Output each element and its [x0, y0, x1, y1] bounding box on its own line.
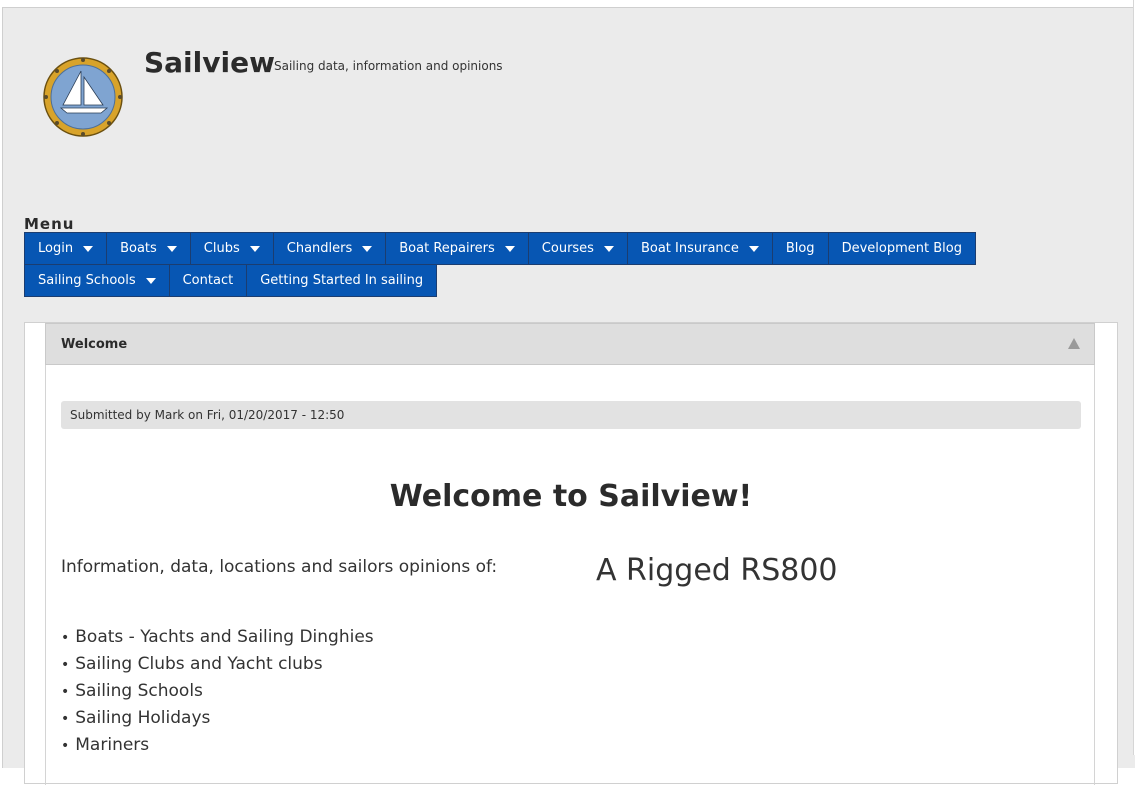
list-item: Sailing Holidays — [61, 705, 374, 732]
menu-item-login[interactable]: Login — [24, 232, 108, 265]
list-item: Sailing Schools — [61, 678, 374, 705]
list-item: Sailing Clubs and Yacht clubs — [61, 651, 374, 678]
menu-item-courses[interactable]: Courses — [527, 232, 628, 265]
menu-item-label: Boat Repairers — [399, 241, 495, 256]
menu-item-clubs[interactable]: Clubs — [189, 232, 274, 265]
menu-item-chandlers[interactable]: Chandlers — [272, 232, 387, 265]
menu-title: Menu — [24, 215, 75, 233]
menu-item-label: Clubs — [203, 241, 240, 256]
site-logo[interactable] — [41, 55, 125, 139]
menu-item-boat-insurance[interactable]: Boat Insurance — [626, 232, 773, 265]
submitted-info: Submitted by Mark on Fri, 01/20/2017 - 1… — [61, 401, 1081, 429]
caret-down-icon — [748, 245, 759, 252]
caret-down-icon — [362, 245, 373, 252]
menu-item-label: Blog — [785, 241, 815, 256]
menu-item-boat-repairers[interactable]: Boat Repairers — [385, 232, 529, 265]
main-menu: Login Boats Clubs Chandlers Boat Repaire… — [24, 232, 1106, 297]
block-title: Welcome — [61, 336, 128, 352]
welcome-heading: Welcome to Sailview! — [389, 479, 753, 514]
menu-item-label: Chandlers — [286, 241, 353, 256]
caret-down-icon — [83, 245, 94, 252]
caret-down-icon — [504, 245, 515, 252]
block-header[interactable]: Welcome — [45, 323, 1095, 365]
block-body: Submitted by Mark on Fri, 01/20/2017 - 1… — [45, 365, 1095, 785]
menu-item-label: Sailing Schools — [38, 273, 136, 288]
menu-item-label: Courses — [541, 241, 594, 256]
intro-text: Information, data, locations and sailors… — [61, 557, 498, 577]
menu-item-label: Contact — [182, 273, 234, 288]
window-edge — [1133, 0, 1144, 755]
list-item: Boats - Yachts and Sailing Dinghies — [61, 624, 373, 651]
menu-item-blog[interactable]: Blog — [771, 232, 829, 265]
image-caption: A Rigged RS800 — [596, 553, 838, 588]
menu-item-label: Development Blog — [841, 241, 962, 256]
caret-down-icon — [249, 245, 260, 252]
site-slogan: Sailing data, information and opinions — [274, 59, 503, 73]
caret-down-icon — [145, 277, 156, 284]
menu-item-label: Boats — [120, 241, 157, 256]
menu-item-development-blog[interactable]: Development Blog — [827, 232, 976, 265]
content-region: Welcome Submitted by Mark on Fri, 01/20/… — [24, 322, 1118, 785]
menu-item-sailing-schools[interactable]: Sailing Schools — [24, 264, 170, 297]
caret-down-icon — [603, 245, 614, 252]
triangle-up-icon[interactable] — [1068, 338, 1080, 349]
menu-item-label: Login — [38, 241, 74, 256]
caret-down-icon — [166, 245, 177, 252]
menu-item-contact[interactable]: Contact — [168, 264, 248, 297]
site-name[interactable]: Sailview — [144, 46, 275, 79]
topics-list: Boats - Yachts and Sailing Dinghies Sail… — [61, 624, 374, 759]
menu-item-getting-started[interactable]: Getting Started In sailing — [246, 264, 438, 297]
menu-item-label: Getting Started In sailing — [260, 273, 424, 288]
menu-item-boats[interactable]: Boats — [106, 232, 191, 265]
menu-item-label: Boat Insurance — [640, 241, 739, 256]
page: Sailview Sailing data, information and o… — [2, 7, 1135, 785]
